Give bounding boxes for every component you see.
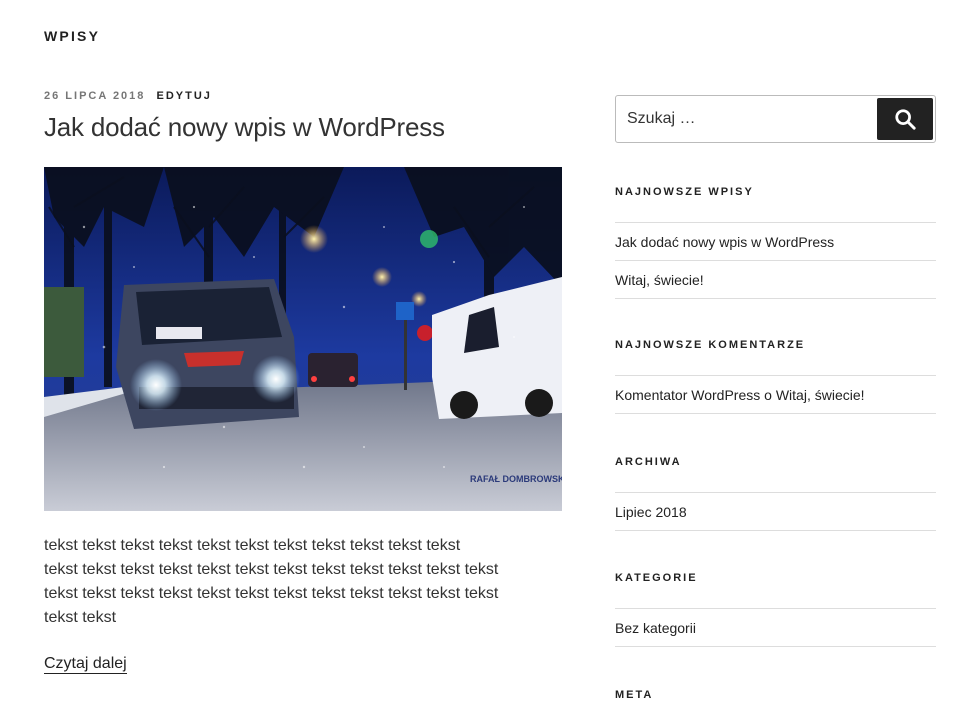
search-icon — [895, 109, 916, 130]
list-item: Bez kategorii — [615, 609, 936, 647]
list-item: Jak dodać nowy wpis w WordPress — [615, 223, 936, 261]
categories-list: Bez kategorii — [615, 608, 936, 647]
sidebar: NAJNOWSZE WPISY Jak dodać nowy wpis w Wo… — [615, 95, 936, 701]
widget-title: NAJNOWSZE WPISY — [615, 186, 754, 198]
widget-title: KATEGORIE — [615, 572, 698, 584]
post-excerpt: tekst tekst tekst tekst tekst tekst teks… — [44, 534, 544, 630]
widget-title: NAJNOWSZE KOMENTARZE — [615, 339, 806, 351]
widget-title: META — [615, 689, 654, 701]
post-thumbnail-image[interactable]: RAFAŁ DOMBROWSKI — [44, 167, 562, 511]
widget-archives: ARCHIWA Lipiec 2018 — [615, 455, 936, 531]
archives-list: Lipiec 2018 — [615, 492, 936, 531]
edit-post-link[interactable]: EDYTUJ — [156, 90, 211, 102]
search-form — [615, 95, 936, 143]
search-button[interactable] — [877, 98, 933, 140]
excerpt-line: tekst tekst tekst tekst tekst tekst teks… — [44, 585, 499, 602]
excerpt-line: tekst tekst tekst tekst tekst tekst teks… — [44, 537, 461, 554]
widget-recent-posts: NAJNOWSZE WPISY Jak dodać nowy wpis w Wo… — [615, 185, 936, 299]
entry-meta: 26 LIPCA 2018 EDYTUJ — [44, 88, 562, 104]
post-article: 26 LIPCA 2018 EDYTUJ Jak dodać nowy wpis… — [44, 88, 562, 674]
image-watermark: RAFAŁ DOMBROWSKI — [470, 474, 562, 484]
post-title-link[interactable]: Jak dodać nowy wpis w WordPress — [44, 110, 562, 144]
recent-posts-list: Jak dodać nowy wpis w WordPress Witaj, ś… — [615, 222, 936, 299]
widget-meta: META — [615, 688, 936, 702]
list-item: Komentator WordPress o Witaj, świecie! — [615, 376, 936, 414]
recent-post-link[interactable]: Witaj, świecie! — [615, 272, 704, 288]
comment-post-link[interactable]: Witaj, świecie! — [776, 387, 865, 403]
search-input[interactable] — [616, 96, 878, 142]
widget-title: ARCHIWA — [615, 456, 682, 468]
category-link[interactable]: Bez kategorii — [615, 620, 696, 636]
post-date-link[interactable]: 26 LIPCA 2018 — [44, 90, 145, 102]
recent-post-link[interactable]: Jak dodać nowy wpis w WordPress — [615, 234, 834, 250]
recent-comments-list: Komentator WordPress o Witaj, świecie! — [615, 375, 936, 414]
read-more-link[interactable]: Czytaj dalej — [44, 654, 127, 674]
widget-recent-comments: NAJNOWSZE KOMENTARZE Komentator WordPres… — [615, 338, 936, 414]
widget-categories: KATEGORIE Bez kategorii — [615, 571, 936, 647]
comment-author-link[interactable]: Komentator WordPress — [615, 387, 760, 403]
page-title: WPISY — [44, 28, 101, 44]
excerpt-line: tekst tekst tekst tekst tekst tekst teks… — [44, 561, 499, 578]
comment-connector: o — [760, 387, 776, 403]
list-item: Witaj, świecie! — [615, 261, 936, 299]
archive-link[interactable]: Lipiec 2018 — [615, 504, 687, 520]
list-item: Lipiec 2018 — [615, 493, 936, 531]
excerpt-line: tekst tekst — [44, 609, 117, 626]
